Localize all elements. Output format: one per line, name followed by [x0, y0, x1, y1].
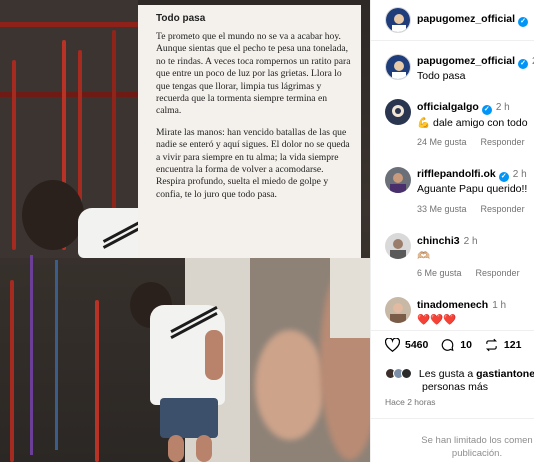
- header-username-text[interactable]: papugomez_official: [417, 13, 515, 25]
- comment-username[interactable]: chinchi3 2 h: [417, 235, 478, 247]
- like-count: 5460: [405, 339, 429, 351]
- card-paragraph-1: Te prometo que el mundo no se va a acaba…: [156, 31, 351, 117]
- comment-time[interactable]: 2 h: [513, 169, 527, 180]
- comment-text: 💪 dale amigo con todo: [417, 117, 528, 129]
- header-username[interactable]: papugomez_official ✓: [417, 13, 529, 27]
- comment-count: 10: [460, 339, 472, 351]
- comment-likes[interactable]: 6 Me gusta: [417, 268, 462, 278]
- post-text-card: Todo pasa Te prometo que el mundo no se …: [138, 5, 361, 258]
- comment-avatar[interactable]: [385, 167, 411, 193]
- comments-panel: papugomez_official✓ papugomez_official✓2…: [370, 0, 534, 462]
- repost-button[interactable]: 121: [484, 338, 522, 352]
- verified-icon: ✓: [518, 17, 529, 27]
- verified-icon: ✓: [518, 59, 529, 69]
- card-paragraph-2: Mirate las manos: han vencido batallas d…: [156, 126, 350, 200]
- liker-avatar: [401, 368, 412, 379]
- caption-avatar[interactable]: [385, 54, 411, 80]
- comment-avatar[interactable]: [385, 99, 411, 125]
- post-image: Todo pasa Te prometo que el mundo no se …: [0, 0, 370, 462]
- comment-username-text[interactable]: officialgalgo: [417, 101, 479, 113]
- limited-line-2: publicación.: [451, 448, 503, 459]
- liked-by-prefix: Les gusta a: [418, 368, 474, 380]
- comment-likes[interactable]: 33 Me gusta: [417, 204, 467, 214]
- comment-username[interactable]: rifflepandolfi.ok ✓ 2 h: [417, 168, 527, 182]
- verified-icon: ✓: [481, 105, 492, 115]
- comment-likes[interactable]: 24 Me gusta: [417, 137, 467, 147]
- comment-avatar[interactable]: [385, 297, 411, 323]
- comment-meta: 33 Me gusta Responder: [417, 204, 534, 214]
- caption-username-text[interactable]: papugomez_official: [417, 55, 515, 67]
- comment-avatar[interactable]: [385, 233, 411, 259]
- liked-by: Les gusta a gastiantone personas más: [385, 368, 534, 394]
- comment-username-text[interactable]: rifflepandolfi.ok: [417, 168, 496, 180]
- reply-button[interactable]: Responder: [481, 204, 525, 214]
- comment-time[interactable]: 1 h: [492, 300, 506, 311]
- repost-icon: [485, 338, 497, 352]
- comment-meta: 24 Me gusta Responder: [417, 137, 534, 147]
- comment-username[interactable]: tinadomenech 1 h: [417, 299, 506, 311]
- liked-by-suffix[interactable]: personas más: [385, 381, 488, 393]
- comment-icon: [441, 339, 454, 352]
- comment-time[interactable]: 2 h: [464, 236, 478, 247]
- post-actions: 5460 10 121: [385, 338, 530, 355]
- liked-by-name[interactable]: gastiantone: [476, 368, 534, 380]
- like-button[interactable]: 5460: [385, 338, 428, 352]
- card-title: Todo pasa: [156, 13, 206, 24]
- reply-button[interactable]: Responder: [481, 137, 525, 147]
- limited-line-1: Se han limitado los comen: [421, 435, 533, 446]
- reply-button[interactable]: Responder: [476, 268, 520, 278]
- comment-username[interactable]: officialgalgo ✓ 2 h: [417, 101, 510, 115]
- comment-meta: 6 Me gusta Responder: [417, 268, 534, 278]
- comment-username-text[interactable]: chinchi3: [417, 235, 460, 247]
- repost-count: 121: [503, 339, 522, 351]
- comment-button[interactable]: 10: [440, 338, 472, 352]
- comments-limited-notice: Se han limitado los comen publicación.: [407, 434, 534, 460]
- comment-text: Aguante Papu querido!!: [417, 183, 528, 195]
- caption-username[interactable]: papugomez_official✓2: [417, 55, 534, 69]
- comment-time[interactable]: 2 h: [496, 102, 510, 113]
- comment-text: ❤️❤️❤️: [417, 314, 457, 326]
- header-avatar[interactable]: [385, 7, 411, 33]
- caption-text: Todo pasa: [417, 70, 466, 82]
- heart-icon: [385, 338, 400, 352]
- comment-username-text[interactable]: tinadomenech: [417, 299, 488, 311]
- posted-time[interactable]: Hace 2 horas: [385, 397, 436, 407]
- comment-text: 🫶🏼: [417, 250, 431, 262]
- verified-icon: ✓: [498, 172, 509, 182]
